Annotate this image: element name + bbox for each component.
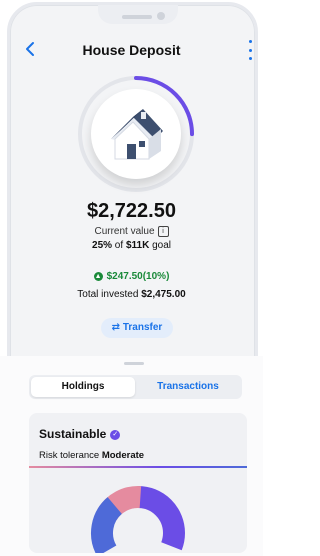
camera bbox=[157, 12, 165, 20]
transfer-button[interactable]: ⇄ Transfer bbox=[101, 318, 173, 338]
goal-progress-text: 25% of $11K goal bbox=[92, 240, 171, 251]
swap-icon: ⇄ bbox=[111, 322, 121, 333]
kebab-icon[interactable] bbox=[247, 40, 253, 60]
info-icon[interactable]: i bbox=[157, 226, 169, 237]
tab-holdings[interactable]: Holdings bbox=[31, 377, 135, 397]
notch bbox=[98, 5, 178, 24]
portfolio-card[interactable]: Sustainable ✓ Risk tolerance Moderate bbox=[29, 413, 247, 553]
current-value-amount: $2,722.50 bbox=[87, 200, 176, 222]
portfolio-title: Sustainable ✓ bbox=[39, 427, 121, 441]
page-title: House Deposit bbox=[82, 42, 181, 58]
tab-bar: Holdings Transactions bbox=[29, 375, 242, 399]
speaker bbox=[122, 15, 152, 19]
tab-transactions[interactable]: Transactions bbox=[136, 377, 240, 397]
house-illustration bbox=[91, 89, 181, 179]
arrow-up-icon: ▲ bbox=[93, 271, 103, 281]
verified-icon: ✓ bbox=[110, 429, 121, 440]
sheet-handle[interactable] bbox=[124, 362, 144, 365]
total-invested: Total invested $2,475.00 bbox=[77, 289, 186, 300]
gain-indicator: ▲ $247.50(10%) bbox=[93, 271, 170, 282]
allocation-donut bbox=[91, 486, 185, 553]
header: House Deposit bbox=[0, 36, 263, 66]
risk-gradient-bar bbox=[29, 466, 247, 468]
current-value-label: Current value i bbox=[0, 226, 263, 237]
risk-tolerance: Risk tolerance Moderate bbox=[39, 450, 145, 461]
